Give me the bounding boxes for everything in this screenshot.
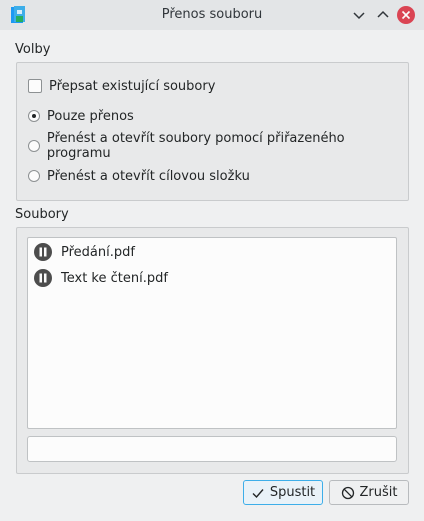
radio-button[interactable]	[28, 170, 40, 182]
radio-button[interactable]	[28, 110, 40, 122]
radio-label: Přenést a otevřít soubory pomocí přiřaze…	[46, 131, 345, 161]
file-name: Text ke čtení.pdf	[61, 270, 168, 286]
title-bar: Přenos souboru	[0, 0, 424, 30]
pause-icon	[34, 243, 52, 261]
file-list[interactable]: Předání.pdf Text ke čtení.pdf	[27, 237, 397, 429]
path-input[interactable]	[27, 436, 397, 462]
file-name: Předání.pdf	[61, 244, 135, 260]
cancel-label: Zrušit	[359, 485, 398, 500]
radio-transfer-open-folder[interactable]: Přenést a otevřít cílovou složku	[28, 167, 250, 185]
radio-label: Pouze přenos	[47, 108, 134, 124]
checkmark-icon	[252, 488, 264, 498]
maximize-icon[interactable]	[374, 6, 392, 24]
checkbox-box[interactable]	[28, 79, 42, 93]
start-button[interactable]: Spustit	[243, 480, 323, 505]
files-label: Soubory	[15, 207, 69, 222]
start-label: Spustit	[269, 485, 316, 500]
overwrite-checkbox[interactable]: Přepsat existující soubory	[28, 77, 215, 95]
overwrite-label: Přepsat existující soubory	[49, 78, 216, 94]
radio-label: Přenést a otevřít cílovou složku	[47, 168, 250, 184]
radio-transfer-open-files[interactable]: Přenést a otevřít soubory pomocí přiřaze…	[28, 131, 408, 161]
list-item[interactable]: Předání.pdf	[34, 242, 135, 262]
cancel-button[interactable]: Zrušit	[329, 480, 409, 505]
minimize-icon[interactable]	[350, 6, 368, 24]
options-group: Přepsat existující soubory Pouze přenos …	[16, 62, 409, 201]
list-item[interactable]: Text ke čtení.pdf	[34, 268, 168, 288]
pause-icon	[34, 269, 52, 287]
radio-transfer-only[interactable]: Pouze přenos	[28, 107, 134, 125]
options-label: Volby	[15, 42, 51, 57]
cancel-icon	[341, 486, 354, 499]
radio-button[interactable]	[28, 140, 40, 152]
close-icon[interactable]	[397, 6, 415, 24]
